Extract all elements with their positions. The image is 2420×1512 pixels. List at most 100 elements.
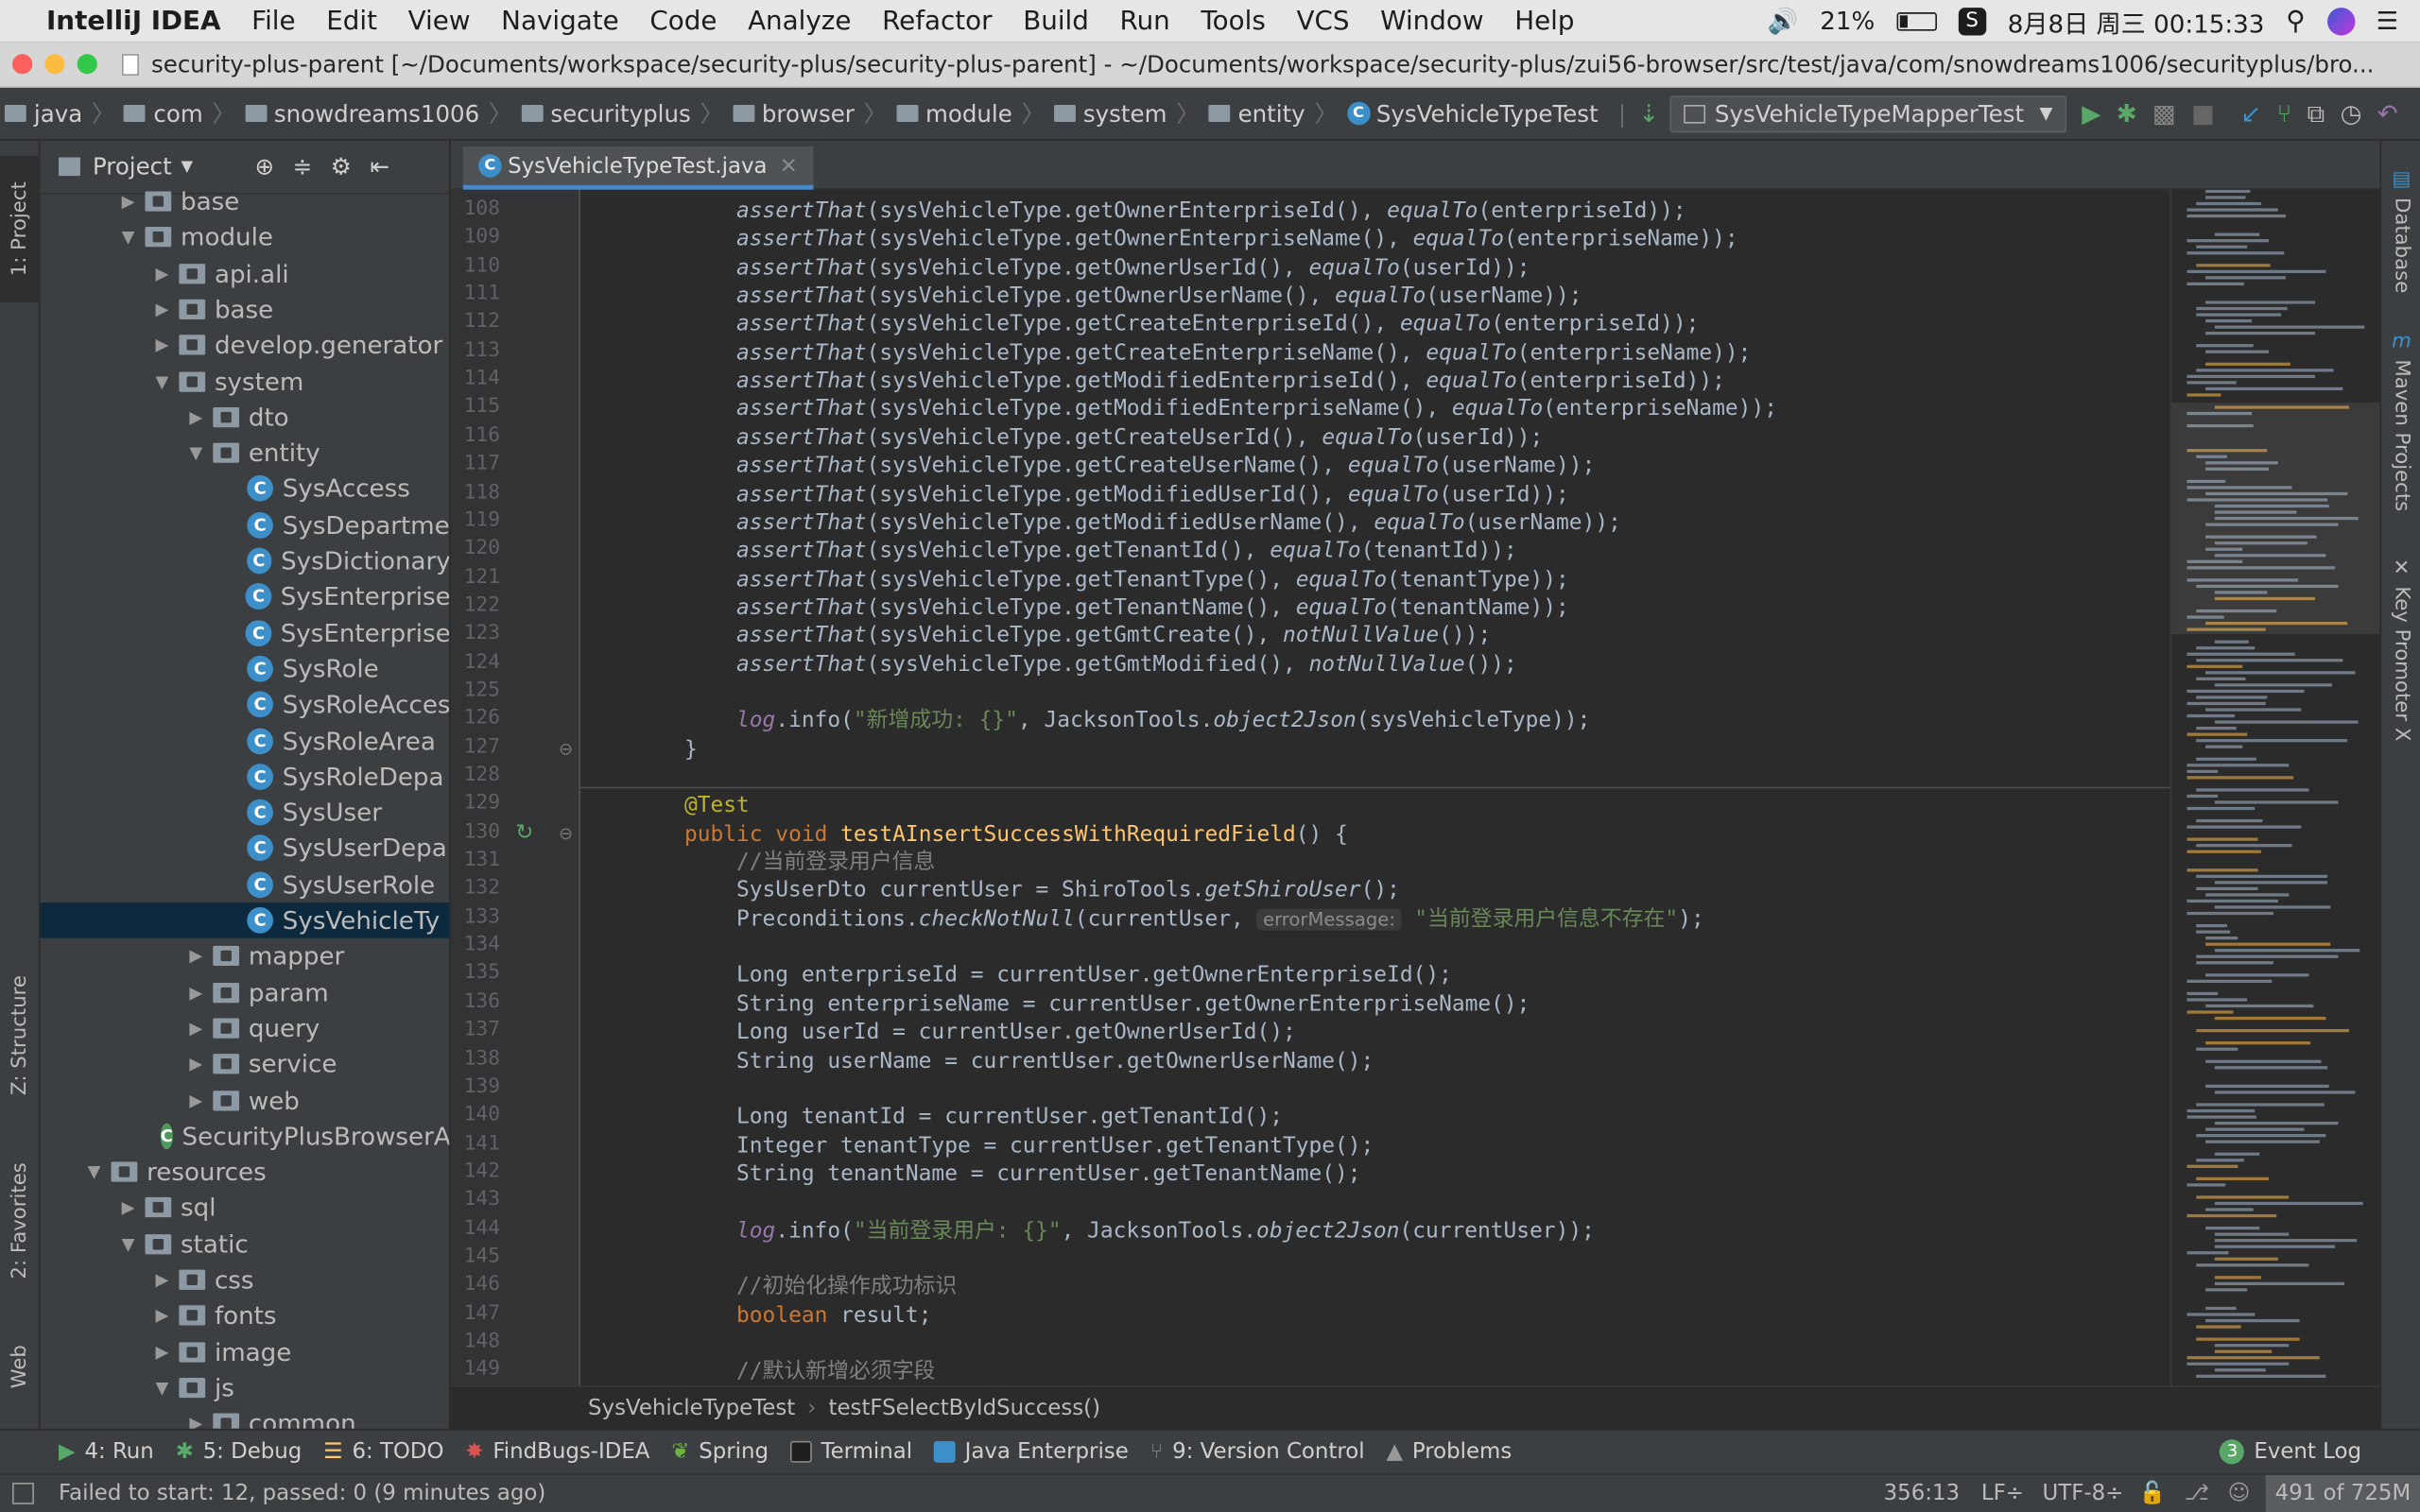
minimap-viewport[interactable] bbox=[2171, 403, 2380, 635]
expand-right-icon[interactable]: ▶ bbox=[117, 1198, 139, 1218]
nav-crumb-com[interactable]: com bbox=[119, 99, 207, 128]
tree-item[interactable]: ▶ service bbox=[40, 1046, 449, 1082]
vcs-revert-icon[interactable]: ↶ bbox=[2377, 98, 2398, 129]
tree-item[interactable]: ▶ mapper bbox=[40, 938, 449, 974]
caret-position[interactable]: 356:13 bbox=[1884, 1481, 1960, 1505]
tree-item[interactable]: C SysUserDepa bbox=[40, 831, 449, 867]
nav-crumb-system[interactable]: system bbox=[1049, 99, 1171, 128]
zoom-window-button[interactable] bbox=[77, 54, 97, 75]
tree-item[interactable]: ▶ dto bbox=[40, 400, 449, 436]
tree-item[interactable]: ▶ sql bbox=[40, 1190, 449, 1226]
volume-icon[interactable]: 🔊 bbox=[1768, 7, 1799, 36]
tree-item[interactable]: ▼ entity bbox=[40, 436, 449, 472]
tree-item[interactable]: C SysRole bbox=[40, 651, 449, 687]
toggle-tool-windows-icon[interactable] bbox=[12, 1482, 34, 1504]
battery-icon[interactable] bbox=[1896, 11, 1937, 30]
sogou-input-icon[interactable]: S bbox=[1958, 7, 1986, 35]
tab-debug[interactable]: ✱ 5: Debug bbox=[176, 1439, 302, 1464]
nav-crumb-class[interactable]: C SysVehicleTypeTest bbox=[1342, 99, 1603, 128]
vcs-update-icon[interactable]: ↙ bbox=[2240, 98, 2261, 129]
tab-java-enterprise[interactable]: Java Enterprise bbox=[933, 1439, 1129, 1464]
tab-version-control[interactable]: ⑂ 9: Version Control bbox=[1150, 1439, 1365, 1464]
run-icon[interactable]: ▶ bbox=[2082, 98, 2100, 129]
tab-favorites[interactable]: 2: Favorites bbox=[0, 1143, 40, 1297]
expand-right-icon[interactable]: ▶ bbox=[151, 1342, 173, 1362]
build-project-icon[interactable]: ⇣ bbox=[1638, 98, 1659, 129]
scroll-from-source-icon[interactable]: ⊕ bbox=[254, 153, 274, 180]
tab-structure[interactable]: Z: Structure bbox=[0, 958, 40, 1112]
nav-crumb-snowdreams1006[interactable]: snowdreams1006 bbox=[240, 99, 484, 128]
expand-down-icon[interactable]: ▼ bbox=[185, 443, 207, 463]
menu-vcs[interactable]: VCS bbox=[1281, 6, 1365, 37]
minimize-window-button[interactable] bbox=[44, 54, 65, 75]
hide-panel-icon[interactable]: ⇤ bbox=[370, 153, 389, 180]
expand-right-icon[interactable]: ▶ bbox=[117, 191, 139, 211]
tree-item[interactable]: ▼ static bbox=[40, 1226, 449, 1262]
expand-right-icon[interactable]: ▶ bbox=[151, 335, 173, 355]
tree-item[interactable]: ▶ css bbox=[40, 1263, 449, 1298]
vcs-commit-icon[interactable]: ⑂ bbox=[2277, 98, 2292, 129]
line-separator[interactable]: LF÷ bbox=[1981, 1481, 2024, 1505]
tree-item[interactable]: C SysAccess bbox=[40, 472, 449, 507]
expand-right-icon[interactable]: ▶ bbox=[185, 946, 207, 966]
tab-problems[interactable]: ▲ Problems bbox=[1386, 1439, 1512, 1464]
expand-right-icon[interactable]: ▶ bbox=[185, 1054, 207, 1074]
nav-crumb-java[interactable]: java bbox=[0, 99, 87, 128]
tree-item[interactable]: ▼ resources bbox=[40, 1154, 449, 1190]
coverage-icon[interactable]: ▩ bbox=[2152, 98, 2176, 129]
tree-item[interactable]: C SysEnterprise bbox=[40, 615, 449, 651]
menu-navigate[interactable]: Navigate bbox=[486, 6, 634, 37]
tab-todo[interactable]: ☰ 6: TODO bbox=[323, 1439, 443, 1464]
nav-crumb-browser[interactable]: browser bbox=[728, 99, 859, 128]
tree-item[interactable]: C SysUserRole bbox=[40, 867, 449, 902]
tree-item[interactable]: ▶ web bbox=[40, 1082, 449, 1118]
tree-item[interactable]: ▶ api.ali bbox=[40, 255, 449, 291]
expand-down-icon[interactable]: ▼ bbox=[151, 1378, 173, 1398]
tab-spring[interactable]: ❦ Spring bbox=[671, 1439, 769, 1464]
git-icon[interactable]: ⎇ bbox=[2185, 1481, 2209, 1505]
menu-run[interactable]: Run bbox=[1104, 6, 1185, 37]
expand-right-icon[interactable]: ▶ bbox=[185, 1018, 207, 1038]
memory-indicator[interactable]: 491 of 725M bbox=[2265, 1473, 2420, 1512]
tab-project[interactable]: 1: Project bbox=[0, 155, 41, 302]
editor-gutter[interactable]: 108 109 110 111 112 113 114 115 116 117 118 119 120 1… bbox=[450, 189, 580, 1386]
tab-database[interactable]: ▤ Database bbox=[2381, 162, 2420, 301]
tree-item[interactable]: C SecurityPlusBrowserA bbox=[40, 1118, 449, 1154]
stop-icon[interactable]: ■ bbox=[2191, 98, 2215, 129]
tree-item[interactable]: C SysRoleAcces bbox=[40, 687, 449, 723]
app-menu[interactable]: IntelliJ IDEA bbox=[31, 6, 236, 37]
nav-crumb-module[interactable]: module bbox=[891, 99, 1017, 128]
nav-crumb-securityplus[interactable]: securityplus bbox=[516, 99, 695, 128]
tab-run[interactable]: ▶ 4: Run bbox=[59, 1439, 154, 1464]
expand-right-icon[interactable]: ▶ bbox=[185, 982, 207, 1002]
expand-right-icon[interactable]: ▶ bbox=[151, 264, 173, 284]
tree-item[interactable]: ▶ base bbox=[40, 291, 449, 327]
project-view-selector[interactable]: Project bbox=[93, 153, 172, 180]
run-config-selector[interactable]: SysVehicleTypeMapperTest ▼ bbox=[1669, 94, 2066, 132]
expand-down-icon[interactable]: ▼ bbox=[117, 227, 139, 247]
menu-window[interactable]: Window bbox=[1365, 6, 1499, 37]
chevron-down-icon[interactable]: ▼ bbox=[182, 158, 194, 175]
tab-maven-projects[interactable]: m Maven Projects bbox=[2381, 329, 2420, 514]
menu-code[interactable]: Code bbox=[634, 6, 733, 37]
tree-item[interactable]: C SysRoleArea bbox=[40, 723, 449, 759]
menu-help[interactable]: Help bbox=[1499, 6, 1590, 37]
tree-item[interactable]: ▶ image bbox=[40, 1334, 449, 1370]
fold-marker-icon[interactable]: ⊖ bbox=[559, 823, 573, 843]
tab-findbugs[interactable]: ✸ FindBugs-IDEA bbox=[465, 1439, 649, 1464]
tree-item[interactable]: C SysVehicleTy bbox=[40, 902, 450, 938]
menu-file[interactable]: File bbox=[236, 6, 311, 37]
clock[interactable]: 8月8日 周三 00:15:33 bbox=[2008, 2, 2265, 39]
expand-right-icon[interactable]: ▶ bbox=[185, 407, 207, 427]
breadcrumb-method[interactable]: testFSelectByIdSuccess() bbox=[829, 1396, 1100, 1420]
debug-icon[interactable]: ✱ bbox=[2117, 98, 2137, 129]
spotlight-search-icon[interactable]: ⚲ bbox=[2286, 6, 2305, 37]
tab-web[interactable]: Web bbox=[0, 1321, 40, 1414]
expand-down-icon[interactable]: ▼ bbox=[117, 1234, 139, 1254]
tree-item[interactable]: C SysDictionary bbox=[40, 543, 449, 579]
vcs-history-icon[interactable]: ◷ bbox=[2341, 98, 2362, 129]
file-encoding[interactable]: UTF-8÷ bbox=[2043, 1481, 2124, 1505]
siri-icon[interactable] bbox=[2326, 7, 2355, 35]
menu-edit[interactable]: Edit bbox=[311, 6, 392, 37]
expand-right-icon[interactable]: ▶ bbox=[185, 1414, 207, 1429]
